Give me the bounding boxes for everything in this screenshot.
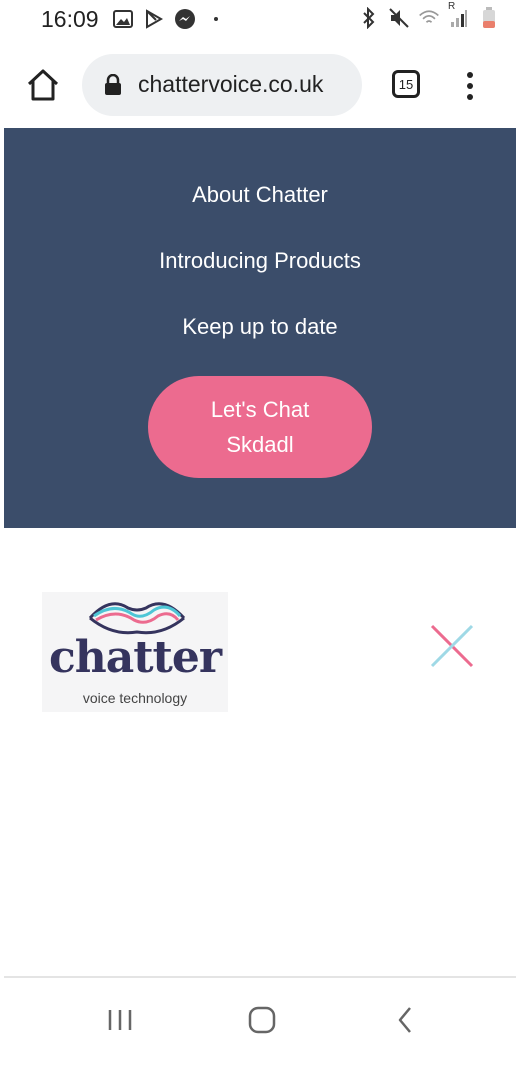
close-menu-icon[interactable] [426, 620, 478, 672]
logo-wordmark: chatter [48, 632, 222, 683]
lock-icon [104, 73, 122, 96]
home-nav-icon[interactable] [242, 1000, 282, 1040]
cta-line-1: Let's Chat [210, 397, 310, 422]
signal-roaming-label: R [448, 1, 456, 12]
mute-icon [388, 7, 410, 29]
nav-link-products[interactable]: Introducing Products [4, 248, 516, 274]
gallery-icon [112, 8, 134, 30]
nav-link-about[interactable]: About Chatter [4, 182, 516, 208]
wifi-icon [418, 7, 440, 29]
chatter-logo[interactable]: chatter voice technology [42, 592, 228, 712]
tab-switcher-button[interactable]: 15 [392, 70, 420, 98]
nav-link-keep-up-to-date[interactable]: Keep up to date [4, 314, 516, 340]
cta-line-2: Skdadl [226, 432, 294, 457]
browser-toolbar: chattervoice.co.uk 15 [0, 42, 521, 126]
home-icon[interactable] [24, 66, 62, 104]
bluetooth-icon [358, 7, 380, 29]
messenger-icon [174, 8, 196, 30]
overflow-menu-icon[interactable] [462, 68, 478, 104]
dot-icon [205, 8, 227, 30]
play-store-icon [143, 8, 165, 30]
notification-icons [112, 8, 227, 30]
lets-chat-button[interactable]: Let's Chat Skdadl [148, 376, 372, 478]
status-time: 16:09 [41, 6, 99, 32]
battery-icon [478, 7, 500, 29]
site-nav-menu: About Chatter Introducing Products Keep … [4, 128, 516, 528]
signal-icon: R [448, 1, 470, 29]
url-text: chattervoice.co.uk [138, 71, 324, 97]
back-icon[interactable] [386, 1000, 426, 1040]
recents-icon[interactable] [100, 1000, 140, 1040]
system-status-icons: R [358, 1, 500, 29]
status-bar: 16:09 R [0, 0, 521, 42]
logo-tagline: voice technology [82, 690, 188, 706]
system-nav-bar [0, 978, 521, 1066]
address-bar[interactable]: chattervoice.co.uk [82, 54, 362, 116]
